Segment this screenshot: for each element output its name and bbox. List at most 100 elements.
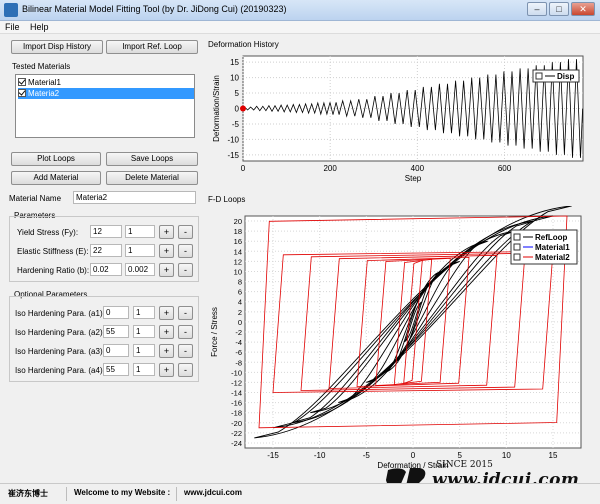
iso-a4-minus-button[interactable]: - [178, 363, 193, 377]
checkbox-icon[interactable] [18, 78, 26, 86]
hardening-ratio-minus-button[interactable]: - [178, 263, 193, 277]
y-tick-label: -12 [231, 378, 242, 387]
material-item-2[interactable]: Materia2 [18, 88, 194, 99]
iso-a4-field[interactable]: 55 [103, 363, 129, 376]
yield-stress-field[interactable]: 12 [90, 225, 122, 238]
iso-a2-minus-button[interactable]: - [178, 325, 193, 339]
hardening-ratio-plus-button[interactable]: + [159, 263, 174, 277]
save-loops-button[interactable]: Save Loops [106, 152, 198, 166]
delete-material-button[interactable]: Delete Material [106, 171, 198, 185]
iso-a2-plus-button[interactable]: + [159, 325, 174, 339]
materials-list[interactable]: Material1 Materia2 [15, 74, 195, 138]
author-label: 崔济东博士 [8, 489, 48, 498]
x-tick-label: 200 [323, 164, 337, 173]
app-icon [4, 3, 18, 17]
iso-a4-plus-button[interactable]: + [159, 363, 174, 377]
import-ref-loop-button[interactable]: Import Ref. Loop [106, 40, 198, 54]
iso-a3-label: Iso Hardening Para. (a3): [15, 347, 105, 356]
hardening-ratio-field[interactable]: 0.02 [90, 263, 122, 276]
legend-checkbox-icon [513, 233, 521, 241]
status-bar: 崔济东博士 Welcome to my Website : www.jdcui.… [0, 483, 600, 504]
y-tick-label: -14 [231, 389, 242, 398]
x-axis-label: Step [405, 174, 422, 183]
y-tick-label: -15 [227, 151, 239, 160]
y-tick-label: -22 [231, 429, 242, 438]
yield-stress-step-field[interactable]: 1 [125, 225, 155, 238]
watermark-since: SINCE 2015 [436, 460, 493, 470]
iso-a3-plus-button[interactable]: + [159, 344, 174, 358]
maximize-button[interactable]: □ [549, 2, 569, 16]
add-material-button[interactable]: Add Material [11, 171, 101, 185]
iso-a1-field[interactable]: 0 [103, 306, 129, 319]
material-item-1[interactable]: Material1 [18, 77, 194, 88]
y-tick-label: 10 [234, 267, 242, 276]
y-tick-label: 12 [234, 257, 242, 266]
x-tick-label: -15 [267, 451, 279, 460]
y-axis-label: Deformation/Strain [212, 75, 221, 142]
material-item-label: Material1 [28, 78, 61, 87]
x-tick-label: -10 [314, 451, 326, 460]
legend-label: RefLoop [535, 233, 568, 242]
fd-loops-chart: -24-22-20-18-16-14-12-10-8-6-4-202468101… [210, 206, 582, 470]
y-tick-label: -8 [235, 358, 242, 367]
iso-a2-step-field[interactable]: 1 [133, 325, 155, 338]
hardening-ratio-label: Hardening Ratio (b): [17, 266, 90, 275]
elastic-stiffness-minus-button[interactable]: - [178, 244, 193, 258]
yield-stress-label: Yield Stress (Fy): [17, 228, 79, 237]
y-tick-label: 8 [238, 278, 242, 287]
legend-label: Material1 [535, 243, 570, 252]
y-tick-label: -2 [235, 328, 242, 337]
x-tick-label: -5 [363, 451, 371, 460]
y-axis-label: Force / Stress [210, 307, 219, 357]
close-button[interactable]: ✕ [571, 2, 595, 16]
iso-a3-field[interactable]: 0 [103, 344, 129, 357]
elastic-stiffness-plus-button[interactable]: + [159, 244, 174, 258]
status-separator [66, 487, 67, 501]
y-tick-label: 10 [230, 74, 239, 83]
website-link[interactable]: www.jdcui.com [184, 488, 242, 497]
y-tick-label: -10 [227, 135, 239, 144]
x-tick-label: 10 [502, 451, 511, 460]
iso-a3-minus-button[interactable]: - [178, 344, 193, 358]
y-tick-label: -10 [231, 368, 242, 377]
deformation-history-title: Deformation History [208, 40, 279, 49]
x-tick-label: 15 [549, 451, 558, 460]
y-tick-label: -16 [231, 399, 242, 408]
iso-a3-step-field[interactable]: 1 [133, 344, 155, 357]
x-tick-label: 0 [241, 164, 246, 173]
iso-a1-plus-button[interactable]: + [159, 306, 174, 320]
hardening-ratio-step-field[interactable]: 0.002 [125, 263, 155, 276]
elastic-stiffness-step-field[interactable]: 1 [125, 244, 155, 257]
elastic-stiffness-field[interactable]: 22 [90, 244, 122, 257]
x-tick-label: 400 [411, 164, 425, 173]
iso-a1-label: Iso Hardening Para. (a1): [15, 309, 105, 318]
y-tick-label: 20 [234, 217, 242, 226]
y-tick-label: 6 [238, 288, 242, 297]
iso-a4-step-field[interactable]: 1 [133, 363, 155, 376]
welcome-label: Welcome to my Website : [74, 488, 171, 497]
minimize-button[interactable]: – [527, 2, 547, 16]
yield-stress-minus-button[interactable]: - [178, 225, 193, 239]
plot-loops-button[interactable]: Plot Loops [11, 152, 101, 166]
legend-checkbox-icon [513, 253, 521, 261]
yield-stress-plus-button[interactable]: + [159, 225, 174, 239]
title-bar: Bilinear Material Model Fitting Tool (by… [0, 0, 600, 21]
import-disp-history-button[interactable]: Import Disp History [11, 40, 103, 54]
fd-loops-title: F-D Loops [208, 195, 246, 204]
menu-help[interactable]: Help [30, 22, 49, 32]
y-tick-label: 16 [234, 237, 242, 246]
y-tick-label: 18 [234, 227, 242, 236]
iso-a1-minus-button[interactable]: - [178, 306, 193, 320]
y-tick-label: -24 [231, 439, 242, 448]
y-tick-label: -5 [232, 120, 240, 129]
y-tick-label: 4 [238, 298, 242, 307]
material-name-field[interactable]: Materia2 [73, 191, 196, 204]
window-title: Bilinear Material Model Fitting Tool (by… [22, 4, 287, 14]
checkbox-icon[interactable] [18, 89, 26, 97]
x-tick-label: 5 [457, 451, 462, 460]
menu-bar: File Help [0, 21, 600, 34]
iso-a1-step-field[interactable]: 1 [133, 306, 155, 319]
iso-a2-field[interactable]: 55 [103, 325, 129, 338]
status-separator [176, 487, 177, 501]
menu-file[interactable]: File [5, 22, 20, 32]
